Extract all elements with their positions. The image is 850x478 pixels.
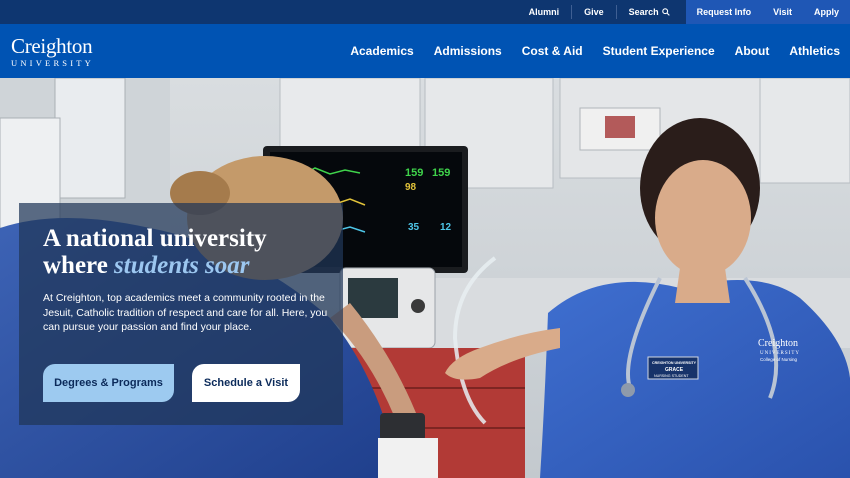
- logo-subtitle: UNIVERSITY: [11, 58, 94, 68]
- hero-section: 159 159 98 35 12 CREIGHTON UNIVERSITY GR…: [0, 78, 850, 478]
- hero-title-accent: students soar: [114, 252, 250, 279]
- logo-wordmark: Creighton: [11, 34, 93, 58]
- utility-bar: Alumni Give Search Request Info Visit Ap…: [0, 0, 850, 24]
- schedule-visit-button[interactable]: Schedule a Visit: [192, 364, 300, 402]
- main-header: Creighton UNIVERSITY Academics Admission…: [0, 24, 850, 78]
- nav-admissions[interactable]: Admissions: [424, 44, 512, 58]
- search-icon: [661, 8, 670, 16]
- nav-cost-aid[interactable]: Cost & Aid: [512, 44, 593, 58]
- nav-student-experience[interactable]: Student Experience: [593, 44, 725, 58]
- hero-title-line1: A national university: [43, 225, 267, 252]
- monitor-value: 159: [405, 167, 423, 179]
- shirt-logo-line1: Creighton: [758, 338, 798, 349]
- nav-athletics[interactable]: Athletics: [779, 44, 850, 58]
- nav-about[interactable]: About: [725, 44, 780, 58]
- monitor-value: 35: [408, 222, 420, 233]
- creighton-logo[interactable]: Creighton UNIVERSITY: [11, 34, 94, 69]
- hero-title: A national university where students soa…: [43, 225, 333, 279]
- shirt-logo-line2: UNIVERSITY: [760, 351, 800, 356]
- monitor-value: 98: [405, 182, 417, 193]
- request-info-link[interactable]: Request Info: [686, 0, 763, 24]
- badge-school: CREIGHTON UNIVERSITY: [652, 361, 697, 365]
- utility-nav: Alumni Give Search Request Info Visit Ap…: [517, 0, 850, 24]
- badge-name: GRACE: [665, 367, 684, 373]
- shirt-logo-line3: College of Nursing: [760, 357, 798, 362]
- degrees-programs-button[interactable]: Degrees & Programs: [43, 364, 174, 402]
- monitor-value: 159: [432, 167, 450, 179]
- monitor-value: 12: [440, 222, 452, 233]
- alumni-link[interactable]: Alumni: [517, 0, 572, 24]
- give-link[interactable]: Give: [572, 0, 616, 24]
- hero-body: At Creighton, top academics meet a commu…: [43, 292, 328, 333]
- search-button[interactable]: Search: [617, 0, 682, 24]
- apply-link[interactable]: Apply: [803, 0, 850, 24]
- hero-title-line2-prefix: where: [43, 252, 115, 279]
- main-nav: Academics Admissions Cost & Aid Student …: [340, 24, 850, 78]
- visit-link[interactable]: Visit: [762, 0, 803, 24]
- badge-role: NURSING STUDENT: [654, 374, 689, 378]
- utility-cta-group: Request Info Visit Apply: [685, 0, 850, 24]
- hero-card: A national university where students soa…: [19, 203, 343, 425]
- search-label: Search: [628, 7, 659, 17]
- nav-academics[interactable]: Academics: [340, 44, 423, 58]
